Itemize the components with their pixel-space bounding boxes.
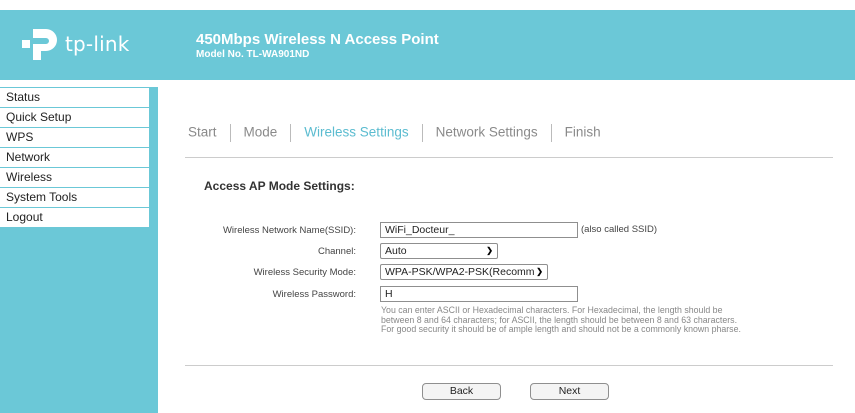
step-network-settings[interactable]: Network Settings: [436, 125, 538, 140]
sidebar-item-wps[interactable]: WPS: [0, 128, 149, 148]
password-label: Wireless Password:: [272, 289, 356, 300]
back-button[interactable]: Back: [422, 383, 501, 400]
ssid-label: Wireless Network Name(SSID):: [222, 225, 356, 236]
step-finish[interactable]: Finish: [565, 125, 601, 140]
channel-select[interactable]: Auto ❯: [380, 243, 498, 259]
step-divider: [229, 124, 231, 142]
password-help-text: You can enter ASCII or Hexadecimal chara…: [381, 305, 741, 335]
sidebar-menu: Status Quick Setup WPS Network Wireless …: [0, 88, 149, 228]
step-divider: [290, 124, 292, 142]
model-number: Model No. TL-WA901ND: [196, 49, 310, 60]
ssid-input[interactable]: WiFi_Docteur_: [380, 222, 578, 238]
main-content: Start Mode Wireless Settings Network Settin…: [158, 87, 855, 413]
chevron-down-icon: ❯: [486, 246, 493, 255]
next-button[interactable]: Next: [530, 383, 609, 400]
sidebar-item-network[interactable]: Network: [0, 148, 149, 168]
channel-value: Auto: [385, 245, 407, 257]
section-title: Access AP Mode Settings:: [204, 179, 355, 193]
tp-link-logo-icon: [22, 29, 57, 60]
security-mode-select[interactable]: WPA-PSK/WPA2-PSK(Recomm ❯: [380, 264, 548, 280]
sidebar-item-status[interactable]: Status: [0, 88, 149, 108]
product-title: 450Mbps Wireless N Access Point: [196, 31, 439, 48]
security-mode-value: WPA-PSK/WPA2-PSK(Recomm: [385, 266, 535, 278]
sidebar-item-system-tools[interactable]: System Tools: [0, 188, 149, 208]
divider-bottom: [185, 365, 833, 366]
sidebar-item-quick-setup[interactable]: Quick Setup: [0, 108, 149, 128]
logo-text: tp-link: [65, 32, 130, 56]
step-wireless-settings[interactable]: Wireless Settings: [304, 125, 408, 140]
tp-link-logo: tp-link: [19, 27, 149, 61]
step-divider: [550, 124, 552, 142]
step-mode[interactable]: Mode: [244, 125, 278, 140]
step-start[interactable]: Start: [188, 125, 217, 140]
ssid-note: (also called SSID): [581, 224, 658, 235]
channel-label: Channel:: [317, 246, 356, 257]
wizard-steps: Start Mode Wireless Settings Network Settin…: [188, 124, 601, 142]
sidebar-item-logout[interactable]: Logout: [0, 208, 149, 228]
chevron-down-icon: ❯: [536, 267, 543, 276]
sidebar-item-wireless[interactable]: Wireless: [0, 168, 149, 188]
header-banner: tp-link 450Mbps Wireless N Access Point …: [0, 0, 855, 80]
password-input[interactable]: H: [380, 286, 578, 302]
top-strip: [0, 0, 855, 10]
divider-top: [185, 157, 833, 158]
security-mode-label: Wireless Security Mode:: [253, 267, 356, 278]
step-divider: [421, 124, 423, 142]
